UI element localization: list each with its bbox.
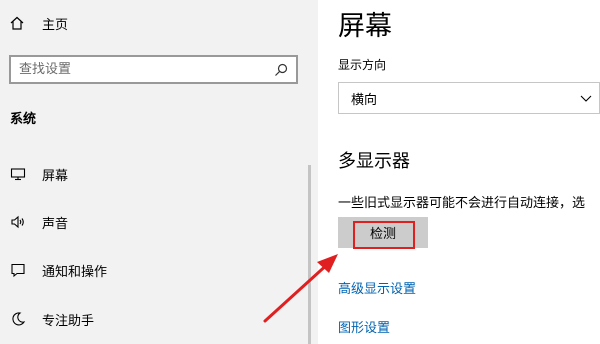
page-title: 屏幕	[338, 11, 392, 42]
sidebar-item-label: 专注助手	[42, 313, 95, 329]
multi-display-description: 一些旧式显示器可能不会进行自动连接，选	[338, 196, 586, 211]
orientation-label: 显示方向	[338, 58, 387, 72]
nav-home[interactable]: 主页	[10, 12, 68, 34]
sidebar-item-focus-assist[interactable]: 专注助手	[10, 308, 94, 330]
sidebar-item-label: 通知和操作	[42, 264, 108, 280]
orientation-value: 横向	[351, 92, 378, 108]
sidebar: 主页 系统 屏幕 声音 通知和操作 专注助手	[0, 0, 318, 344]
advanced-display-settings-link[interactable]: 高级显示设置	[338, 278, 416, 297]
notification-icon	[10, 262, 26, 278]
moon-icon	[10, 311, 26, 327]
home-label: 主页	[42, 17, 69, 33]
sidebar-item-label: 声音	[42, 216, 69, 232]
sidebar-item-sound[interactable]: 声音	[10, 211, 68, 233]
sidebar-scrollbar[interactable]	[308, 165, 311, 344]
search-input[interactable]	[19, 62, 274, 77]
sidebar-item-label: 屏幕	[42, 168, 69, 184]
detect-button[interactable]: 检测	[338, 217, 428, 248]
graphics-settings-link[interactable]: 图形设置	[338, 317, 390, 336]
home-icon	[10, 16, 24, 30]
search-icon[interactable]	[274, 63, 288, 77]
sidebar-item-notifications[interactable]: 通知和操作	[10, 259, 107, 281]
sidebar-item-display[interactable]: 屏幕	[10, 163, 68, 185]
chevron-down-icon	[579, 91, 593, 105]
search-box[interactable]	[9, 55, 298, 84]
main-panel: 屏幕 显示方向 横向 多显示器 一些旧式显示器可能不会进行自动连接，选 检测 高…	[318, 0, 600, 344]
monitor-icon	[10, 166, 26, 182]
section-title: 系统	[10, 112, 37, 127]
orientation-dropdown[interactable]: 横向	[338, 82, 600, 114]
multi-display-title: 多显示器	[338, 151, 410, 172]
speaker-icon	[10, 214, 26, 230]
